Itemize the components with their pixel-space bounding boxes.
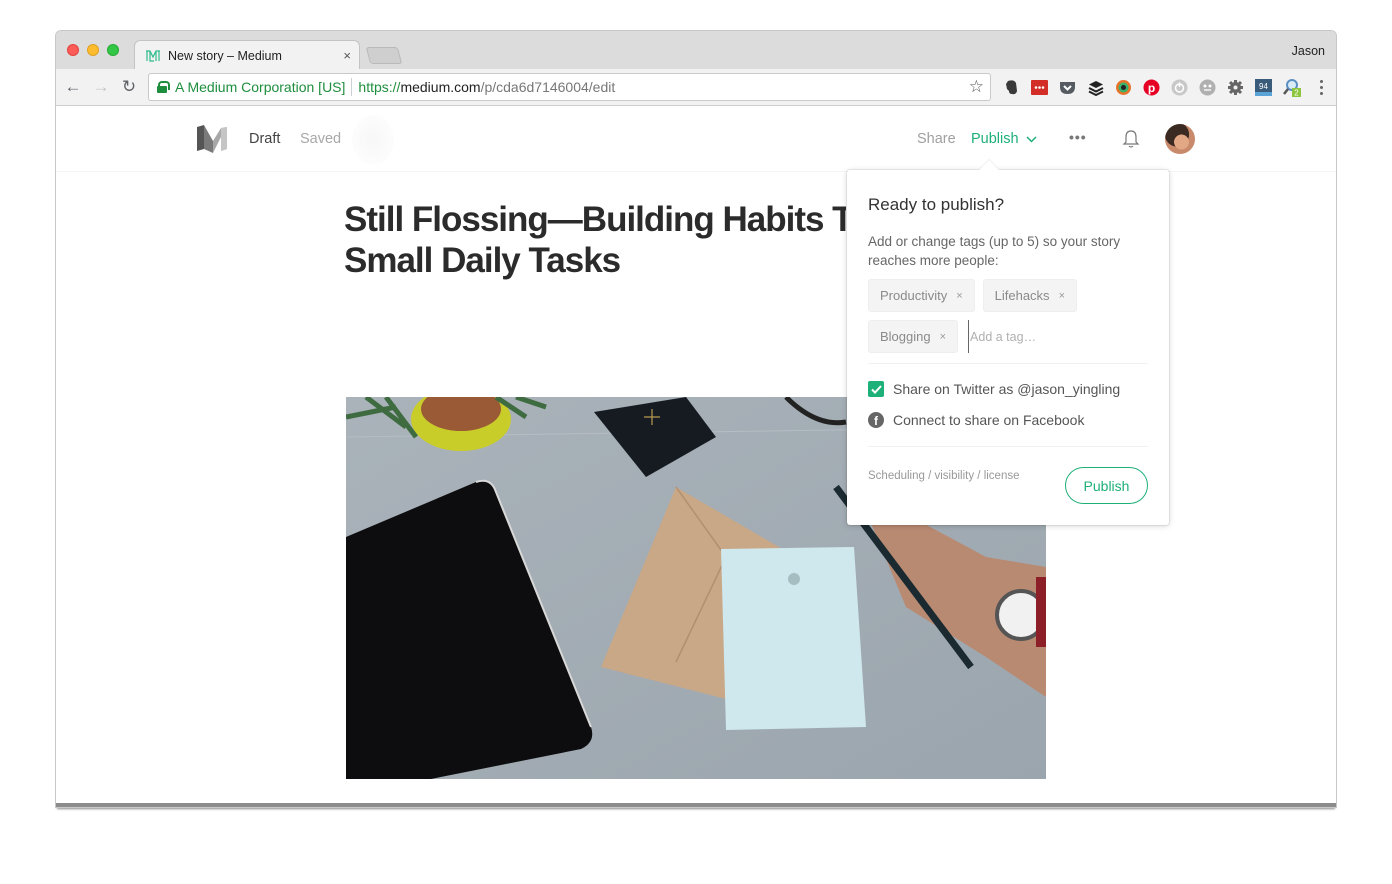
lock-icon [157,81,170,93]
back-button[interactable]: ← [64,77,82,96]
facebook-icon: f [868,412,884,428]
ev-certificate-label[interactable]: A Medium Corporation [US] [175,79,345,95]
tag-label: Blogging [880,329,931,344]
bookmark-star-icon[interactable]: ☆ [969,77,984,97]
remove-tag-icon[interactable]: × [956,290,962,302]
tab-title: New story – Medium [168,48,282,63]
extensions-bar: p 94 2 [1002,78,1301,97]
settings-ext-icon[interactable] [1226,78,1245,97]
tag-list: Productivity × Lifehacks × Blogging × [868,279,1158,353]
counter-ext-icon[interactable]: 94 [1254,78,1273,97]
scheduling-visibility-license-link[interactable]: Scheduling / visibility / license [868,470,1020,482]
browser-toolbar: ← → ↻ A Medium Corporation [US] https://… [56,69,1336,106]
popover-divider [868,363,1148,364]
tag-chip: Lifehacks × [982,279,1077,312]
address-bar[interactable]: A Medium Corporation [US] https://medium… [148,73,991,101]
facebook-connect-link[interactable]: f Connect to share on Facebook [868,412,1084,428]
tab-strip: New story – Medium × Jason [56,31,1336,70]
add-tag-input[interactable] [968,320,1089,353]
url-host: medium.com [400,79,481,95]
publish-popover: Ready to publish? Add or change tags (up… [847,160,1169,525]
forward-button[interactable]: → [92,77,110,96]
reload-button[interactable]: ↻ [120,77,138,96]
remove-tag-icon[interactable]: × [1059,290,1065,302]
ghost-artifact [352,115,394,165]
share-button[interactable]: Share [917,131,956,147]
publish-button[interactable]: Publish [1065,467,1148,504]
title-line-1: Still Flossing—Building Habits Through [344,200,846,239]
url-path: /p/cda6d7146004/edit [480,79,616,95]
svg-text:2: 2 [1294,89,1299,98]
more-options-button[interactable]: ••• [1069,129,1087,145]
medium-favicon-icon [145,49,161,63]
popover-divider [868,446,1148,447]
tag-chip: Blogging × [868,320,959,353]
medium-editor-page: Draft Saved Share Publish ••• Still Flos… [56,107,1336,807]
popover-description: Add or change tags (up to 5) so your sto… [868,234,1121,268]
browser-menu-icon[interactable] [1318,78,1324,97]
tag-label: Productivity [880,288,948,303]
tab-new-story[interactable]: New story – Medium × [134,40,360,70]
colorpicker-icon[interactable] [1114,78,1133,97]
medium-logo-icon[interactable] [196,125,229,153]
twitter-checkbox[interactable] [868,381,884,397]
tag-input-wrapper [966,320,1089,353]
publish-dropdown-label: Publish [971,131,1019,147]
pocket-icon[interactable] [1058,78,1077,97]
omnibox-separator [351,78,353,96]
url-scheme: https:// [358,79,401,95]
lastpass-icon[interactable] [1030,78,1049,97]
tag-label: Lifehacks [994,288,1050,303]
twitter-share-label: Share on Twitter as @jason_yingling [893,381,1121,397]
pinterest-icon[interactable]: p [1142,78,1161,97]
twitter-share-toggle[interactable]: Share on Twitter as @jason_yingling [868,381,1120,397]
tag-chip: Productivity × [868,279,975,312]
profile-name[interactable]: Jason [1292,44,1325,58]
new-tab-button[interactable] [365,47,403,64]
article-title[interactable]: Still Flossing—Building Habits Through S… [344,199,846,289]
svg-text:p: p [1148,81,1155,95]
remove-tag-icon[interactable]: × [940,331,946,343]
popover-heading: Ready to publish? [868,195,1005,214]
user-avatar[interactable] [1165,124,1195,154]
chevron-down-icon [1026,135,1037,143]
notifications-bell-icon[interactable] [1122,129,1140,149]
browser-window: New story – Medium × Jason ← → ↻ A Mediu… [56,31,1336,807]
minimize-window-button[interactable] [87,44,99,56]
evernote-icon[interactable] [1002,78,1021,97]
close-window-button[interactable] [67,44,79,56]
ghost-icon[interactable] [1198,78,1217,97]
buffer-icon[interactable] [1086,78,1105,97]
draft-status: Draft [249,131,281,147]
power-icon[interactable] [1170,78,1189,97]
publish-dropdown-button[interactable]: Publish [971,131,1037,147]
tab-close-icon[interactable]: × [343,48,351,63]
svg-text:94: 94 [1259,82,1268,91]
saved-status: Saved [300,131,342,147]
editor-header: Draft Saved Share Publish ••• [56,107,1336,172]
facebook-connect-label: Connect to share on Facebook [893,412,1085,428]
zoom-window-button[interactable] [107,44,119,56]
search-ext-icon[interactable]: 2 [1282,78,1301,97]
title-line-2: Small Daily Tasks [344,241,621,280]
